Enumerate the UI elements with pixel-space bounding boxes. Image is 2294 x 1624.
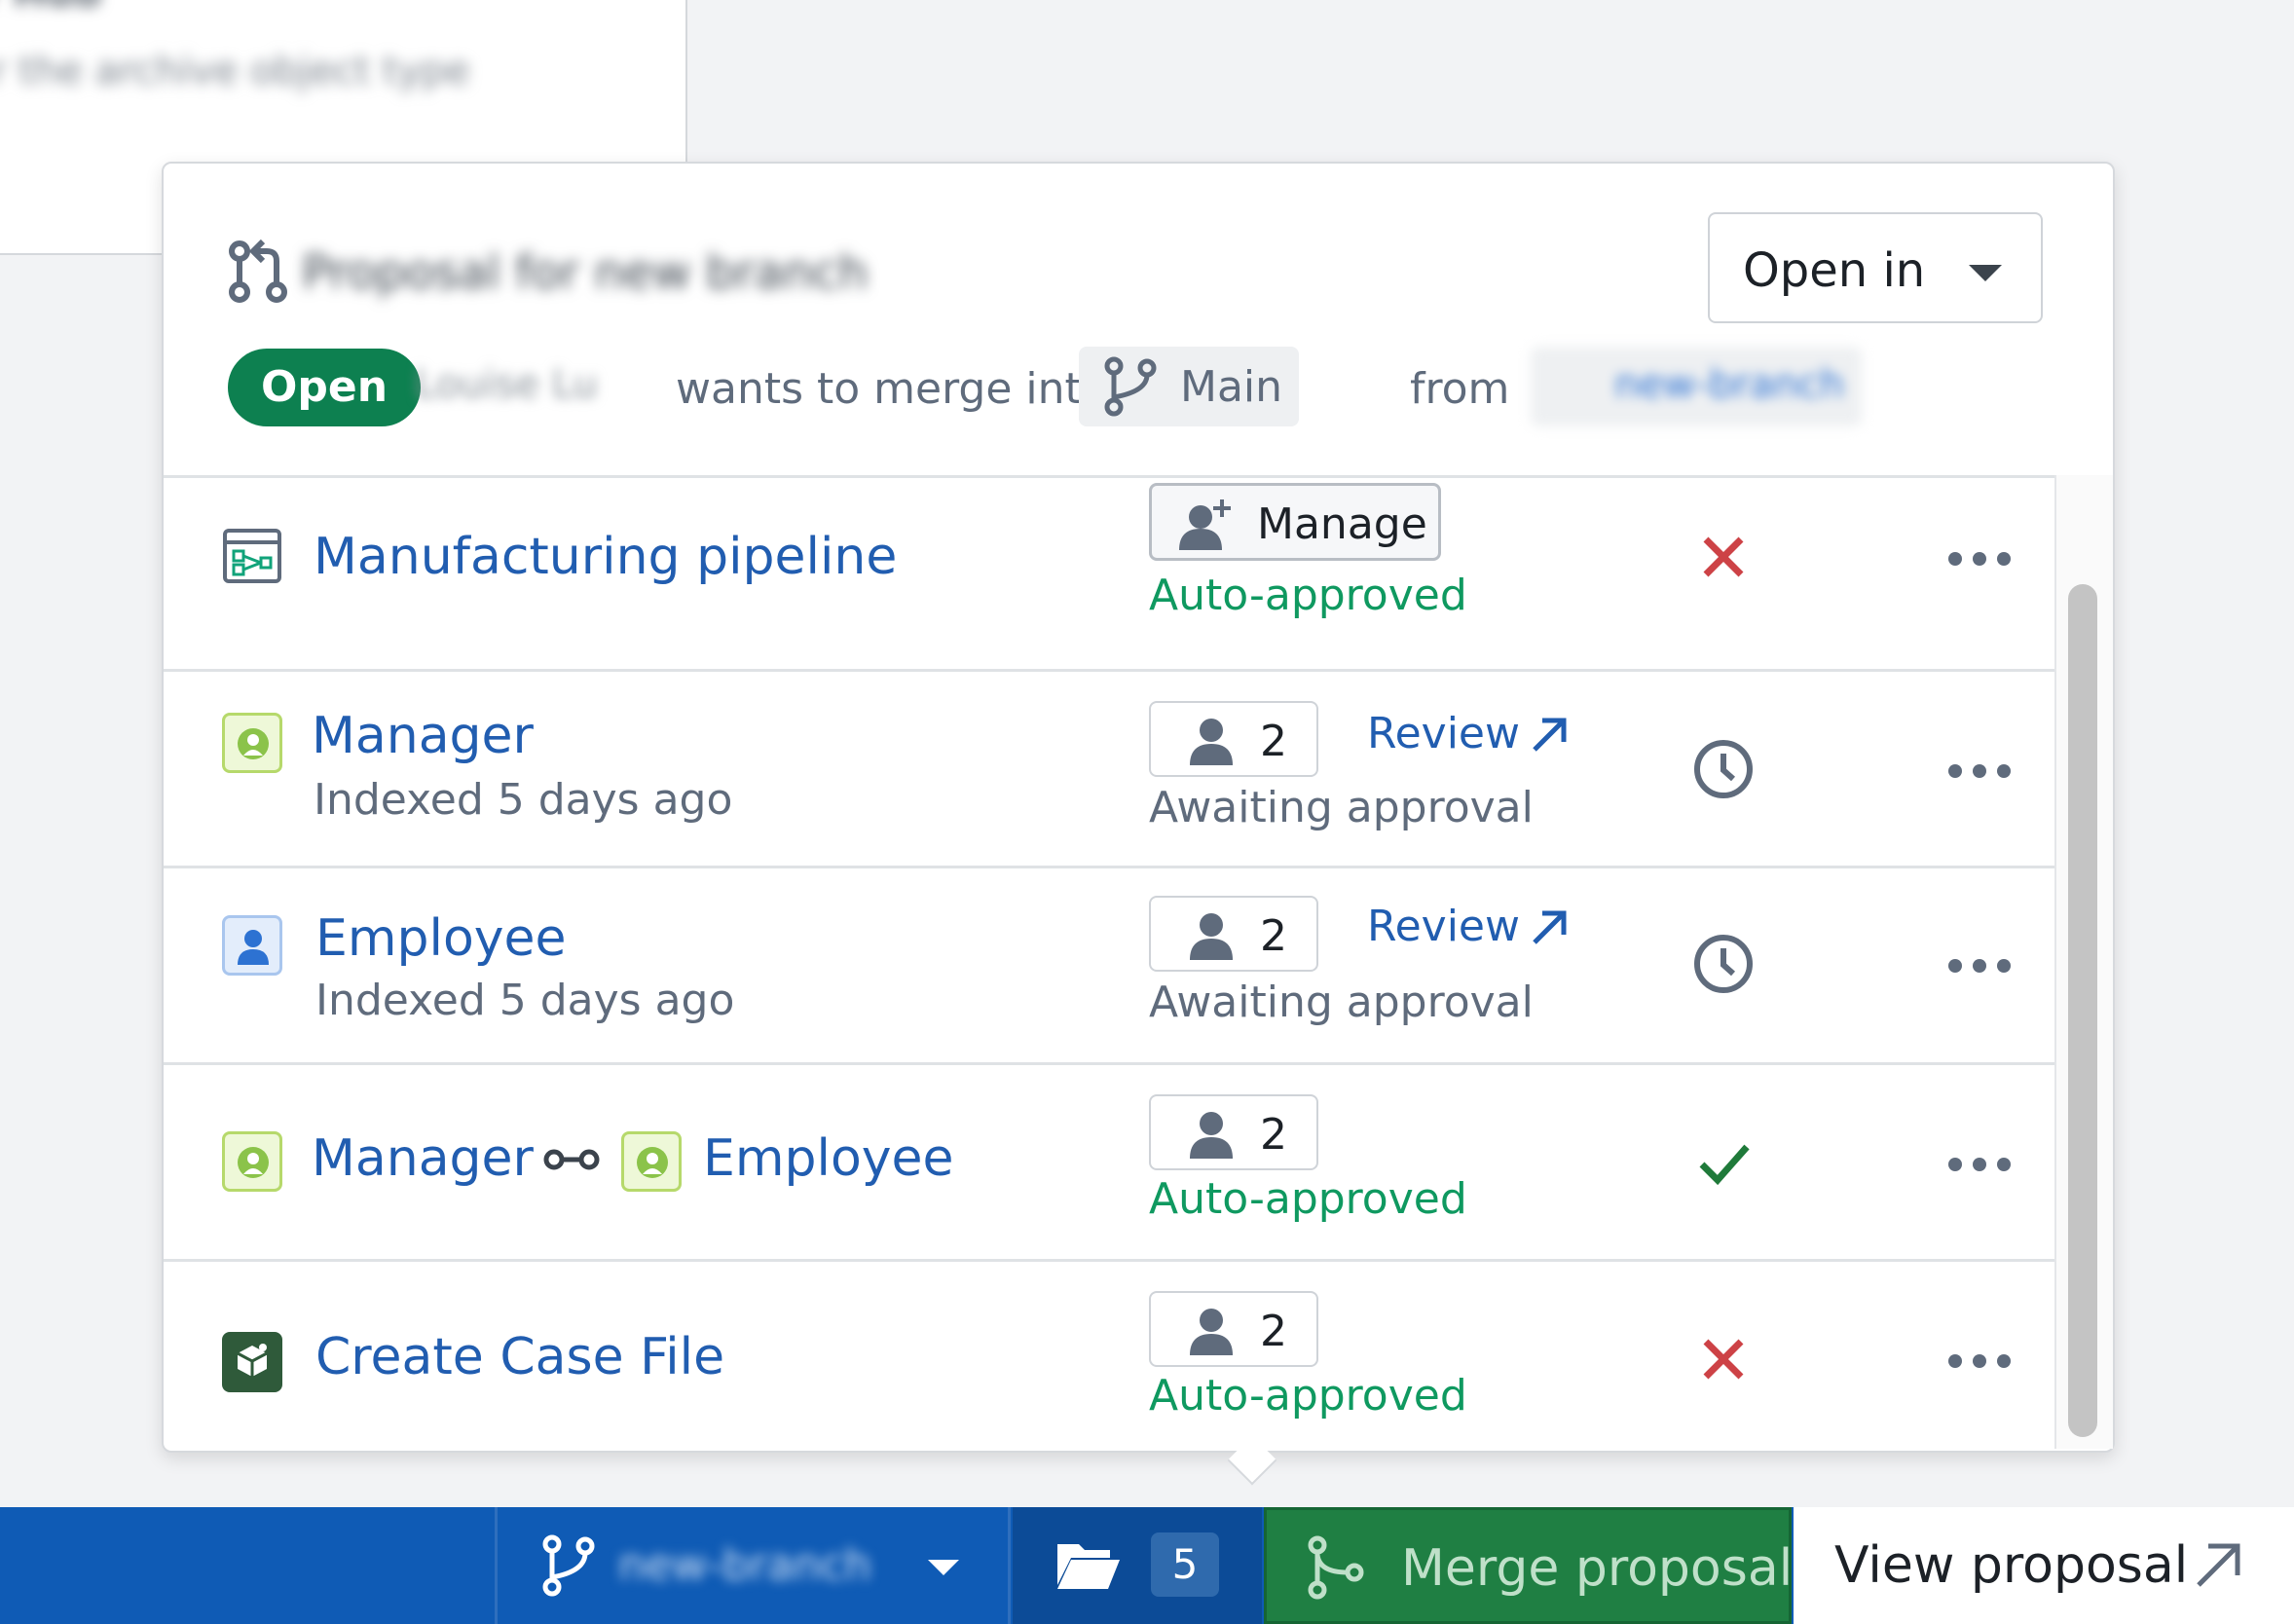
add-person-icon: [1179, 499, 1231, 550]
more-options-icon[interactable]: [1945, 1349, 2014, 1373]
popover-header: Proposal for new branch Open in Open Lou…: [164, 164, 2113, 478]
person-icon: [1190, 913, 1233, 960]
merge-proposal-label: Merge proposal: [1401, 1539, 1794, 1598]
source-branch-label: new-branch: [1614, 362, 1845, 407]
object-type-icon: [222, 1131, 282, 1192]
person-icon: [1190, 1112, 1233, 1159]
approval-state: Awaiting approval: [1149, 978, 1534, 1027]
list-item: Employee Indexed 5 days ago 2 Review Awa…: [164, 868, 2054, 1065]
action-type-icon: [222, 1332, 282, 1392]
indexed-time: Indexed 5 days ago: [314, 775, 733, 825]
approval-state: Auto-approved: [1149, 1174, 1467, 1224]
clock-icon: [1694, 740, 1753, 798]
git-branch-icon: [1104, 356, 1157, 417]
manage-label: Manage: [1257, 499, 1427, 549]
caret-down-icon: [1969, 265, 2002, 281]
approvers-number: 2: [1260, 911, 1287, 961]
link-type-icon: [543, 1149, 600, 1170]
resource-link[interactable]: Manager: [312, 707, 534, 765]
list-item: Manager Employee 2 Auto-approved: [164, 1065, 2054, 1262]
folder-open-icon: [1057, 1544, 1120, 1589]
check-icon: [1699, 1144, 1750, 1186]
resource-link[interactable]: Employee: [315, 909, 567, 968]
resource-link[interactable]: Manufacturing pipeline: [314, 528, 897, 586]
resource-link[interactable]: Employee: [703, 1129, 954, 1188]
cross-icon: [1703, 1339, 1744, 1380]
target-branch-label: Main: [1180, 362, 1283, 412]
open-in-label: Open in: [1743, 243, 1926, 298]
object-type-icon: [222, 713, 282, 773]
manage-button[interactable]: Manage: [1149, 483, 1441, 561]
clock-icon: [1694, 935, 1753, 993]
approvers-count[interactable]: 2: [1149, 1291, 1318, 1367]
approvers-count[interactable]: 2: [1149, 701, 1318, 777]
git-branch-icon: [542, 1534, 595, 1597]
approval-state: Auto-approved: [1149, 1371, 1467, 1421]
scrollbar-thumb[interactable]: [2068, 584, 2097, 1437]
person-object-icon: [222, 915, 282, 976]
person-icon: [1190, 1309, 1233, 1355]
bottom-toolbar: new-branch 5 Merge proposal View proposa…: [0, 1507, 2294, 1624]
list-item: Manager Indexed 5 days ago 2 Review Awai…: [164, 672, 2054, 868]
caret-down-icon: [928, 1560, 959, 1575]
resource-link[interactable]: Manager: [312, 1129, 534, 1188]
review-link[interactable]: Review: [1367, 902, 1520, 951]
target-branch-tag: Main: [1079, 347, 1299, 426]
more-options-icon[interactable]: [1945, 1153, 2014, 1176]
approvers-count[interactable]: 2: [1149, 896, 1318, 972]
proposal-title[interactable]: Proposal for new branch: [302, 245, 869, 300]
resource-link[interactable]: Create Case File: [315, 1328, 724, 1386]
background-title: r Hub: [0, 0, 101, 16]
status-badge: Open: [228, 349, 422, 426]
changed-files-button[interactable]: 5: [1013, 1507, 1262, 1624]
approval-state: Awaiting approval: [1149, 783, 1534, 832]
merge-proposal-button[interactable]: Merge proposal: [1264, 1507, 1794, 1624]
pull-request-icon: [229, 239, 287, 303]
merge-summary: Open Louise Lu wants to merge into Main …: [228, 347, 1883, 426]
more-options-icon[interactable]: [1945, 547, 2014, 571]
cross-icon: [1703, 536, 1744, 577]
merge-description: wants to merge into: [676, 364, 1108, 414]
background-description: r the archive object type: [0, 49, 470, 93]
view-proposal-button[interactable]: View proposal: [1794, 1507, 2294, 1624]
arrow-up-right-icon: [2197, 1543, 2240, 1587]
approvers-number: 2: [1260, 717, 1287, 766]
pipeline-icon: [223, 529, 281, 583]
resource-list: Manufacturing pipeline Manage Auto-appro…: [164, 475, 2054, 1449]
indexed-time: Indexed 5 days ago: [315, 976, 735, 1025]
source-branch-tag[interactable]: new-branch: [1531, 347, 1862, 426]
approvers-count[interactable]: 2: [1149, 1094, 1318, 1170]
view-proposal-label: View proposal: [1834, 1536, 2189, 1595]
files-count-badge: 5: [1151, 1532, 1219, 1597]
object-type-icon: [621, 1131, 682, 1192]
list-item: Manufacturing pipeline Manage Auto-appro…: [164, 475, 2054, 672]
branch-selector[interactable]: new-branch: [495, 1507, 1011, 1624]
list-item: Create Case File 2 Auto-approved: [164, 1262, 2054, 1449]
approvers-number: 2: [1260, 1110, 1287, 1160]
arrow-up-right-icon[interactable]: [1529, 905, 1572, 948]
approvers-number: 2: [1260, 1307, 1287, 1356]
review-link[interactable]: Review: [1367, 709, 1520, 758]
open-in-button[interactable]: Open in: [1708, 212, 2043, 323]
person-icon: [1190, 719, 1233, 765]
from-label: from: [1410, 364, 1510, 414]
approval-state: Auto-approved: [1149, 571, 1467, 620]
current-branch-name: new-branch: [618, 1540, 871, 1590]
more-options-icon[interactable]: [1945, 759, 2014, 783]
arrow-up-right-icon[interactable]: [1529, 713, 1572, 756]
more-options-icon[interactable]: [1945, 954, 2014, 978]
author-name: Louise Lu: [415, 362, 598, 407]
git-merge-icon: [1308, 1535, 1364, 1600]
